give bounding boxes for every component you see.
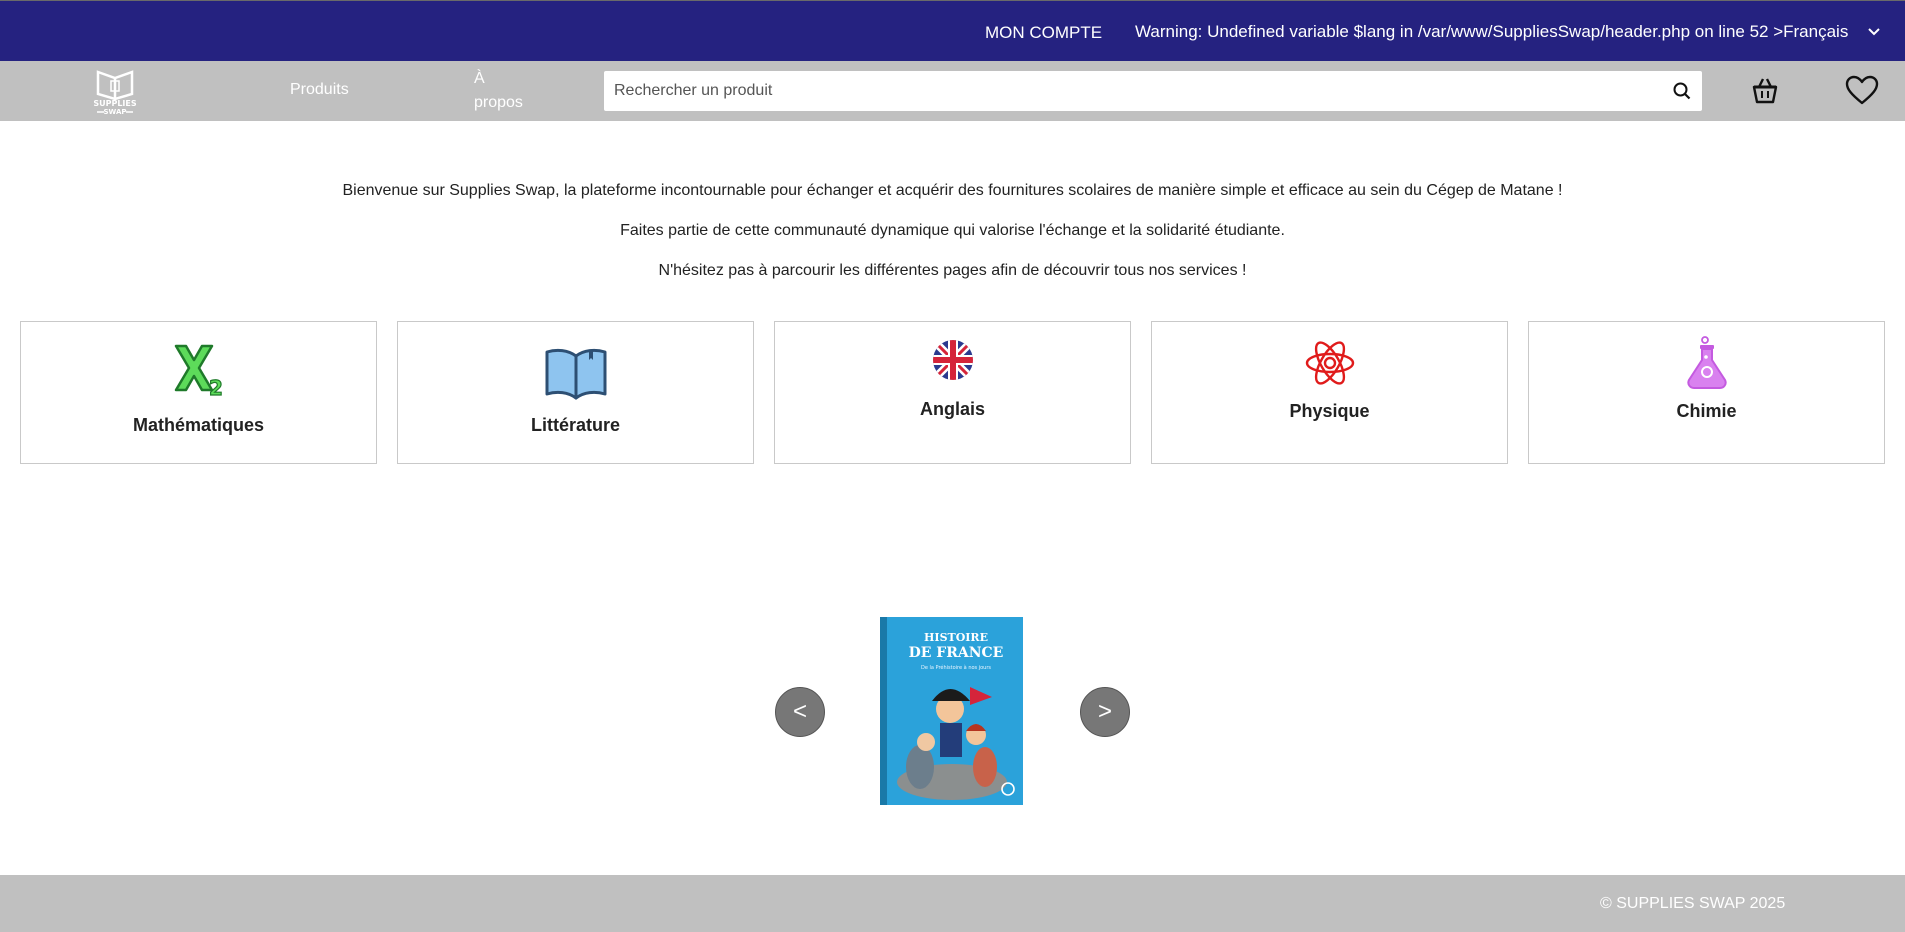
search-input[interactable] — [614, 71, 1654, 111]
copyright-text: © SUPPLIES SWAP 2025 — [1600, 895, 1786, 912]
flask-icon — [1686, 336, 1727, 389]
category-label: Littérature — [530, 415, 620, 435]
svg-text:2: 2 — [209, 376, 223, 398]
footer: © SUPPLIES SWAP 2025 — [0, 875, 1905, 932]
supplies-swap-logo[interactable]: SUPPLIES SWAP — [86, 66, 144, 116]
intro-text: Bienvenue sur Supplies Swap, la platefor… — [0, 182, 1905, 302]
chevron-down-icon[interactable] — [1866, 23, 1882, 39]
category-label: Chimie — [1676, 401, 1737, 421]
category-label: Mathématiques — [132, 415, 265, 435]
category-card-english[interactable]: Anglais — [774, 321, 1131, 464]
account-link[interactable]: MON COMPTE — [985, 23, 1102, 43]
open-book-icon — [545, 348, 606, 400]
book-subtitle: De la Préhistoire à nos jours — [921, 664, 991, 671]
language-selector[interactable]: Warning: Undefined variable $lang in /va… — [1135, 22, 1848, 42]
search-icon[interactable] — [1672, 81, 1692, 101]
carousel-next-button[interactable]: > — [1080, 687, 1130, 737]
atom-icon — [1305, 341, 1354, 385]
math-x2-icon: 2 — [174, 344, 223, 398]
category-label: Physique — [1289, 401, 1370, 421]
intro-line-welcome: Bienvenue sur Supplies Swap, la platefor… — [342, 182, 1563, 199]
intro-line-explore: N'hésitez pas à parcourir les différente… — [658, 262, 1247, 279]
search-bar — [604, 71, 1702, 111]
basket-icon[interactable] — [1749, 75, 1781, 107]
nav-link-about[interactable]: À propos — [474, 67, 534, 115]
category-card-physics[interactable]: Physique — [1151, 321, 1508, 464]
nav-link-products[interactable]: Produits — [290, 81, 349, 99]
category-card-math[interactable]: 2 Mathématiques — [20, 321, 377, 464]
top-bar: MON COMPTE Warning: Undefined variable $… — [0, 0, 1905, 61]
carousel-prev-button[interactable]: < — [775, 687, 825, 737]
category-label: Anglais — [919, 399, 985, 419]
uk-flag-icon — [932, 340, 973, 380]
book-cover-image[interactable]: HISTOIRE DE FRANCE De la Préhistoire à n… — [880, 617, 1023, 805]
intro-line-community: Faites partie de cette communauté dynami… — [620, 222, 1285, 239]
logo-text-bottom: SWAP — [104, 108, 127, 116]
logo-text-top: SUPPLIES — [93, 99, 137, 108]
book-title-top: HISTOIRE — [924, 631, 988, 644]
category-card-chemistry[interactable]: Chimie — [1528, 321, 1885, 464]
main-nav: SUPPLIES SWAP Produits À propos — [0, 61, 1905, 121]
book-title-bottom: DE FRANCE — [909, 645, 1004, 661]
category-card-literature[interactable]: Littérature — [397, 321, 754, 464]
heart-icon[interactable] — [1845, 75, 1879, 107]
category-grid: 2 Mathématiques Littérature Anglais Phys… — [20, 321, 1886, 464]
